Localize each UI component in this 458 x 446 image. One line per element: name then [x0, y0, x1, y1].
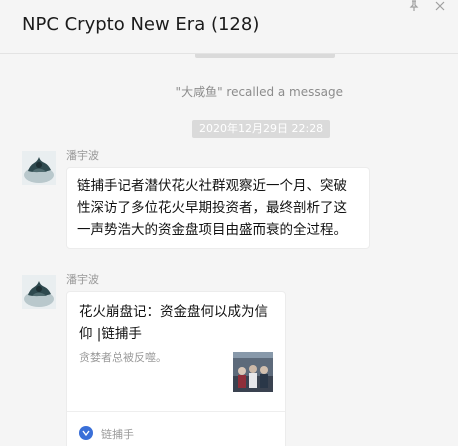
card-description: 贪婪者总被反噬。 [79, 351, 167, 364]
source-logo-icon [79, 425, 93, 444]
card-source-label: 链捕手 [101, 428, 134, 441]
message-text: 链捕手记者潜伏花火社群观察近一个月、突破性深访了多位花火早期投资者，最终剖析了这… [77, 178, 347, 238]
card-source: 链捕手 [79, 425, 134, 443]
sender-avatar[interactable] [22, 275, 56, 309]
link-card[interactable]: 花火崩盘记：资金盘何以成为信仰 |链捕手 贪婪者总被反噬。 链捕手 [66, 291, 286, 446]
timestamp-chip: 2020年12月29日 22:28 [192, 120, 331, 138]
message-bubble[interactable]: 链捕手记者潜伏花火社群观察近一个月、突破性深访了多位花火早期投资者，最终剖析了这… [66, 167, 370, 249]
sender-name: 潘宇波 [66, 273, 99, 286]
chat-title: NPC Crypto New Era (128) [22, 14, 260, 35]
card-divider [67, 411, 285, 412]
chat-area[interactable]: "大咸鱼" recalled a message 2020年12月29日 22:… [0, 54, 458, 446]
card-title: 花火崩盘记：资金盘何以成为信仰 |链捕手 [79, 304, 268, 342]
previous-timestamp-chip [195, 54, 335, 58]
sender-name: 潘宇波 [66, 149, 99, 162]
chat-header: NPC Crypto New Era (128) [0, 0, 458, 54]
article-thumbnail [233, 352, 273, 392]
close-icon[interactable] [430, 0, 450, 12]
sender-avatar[interactable] [22, 151, 56, 185]
recall-notice: "大咸鱼" recalled a message [175, 85, 343, 99]
pin-icon[interactable] [404, 0, 424, 12]
